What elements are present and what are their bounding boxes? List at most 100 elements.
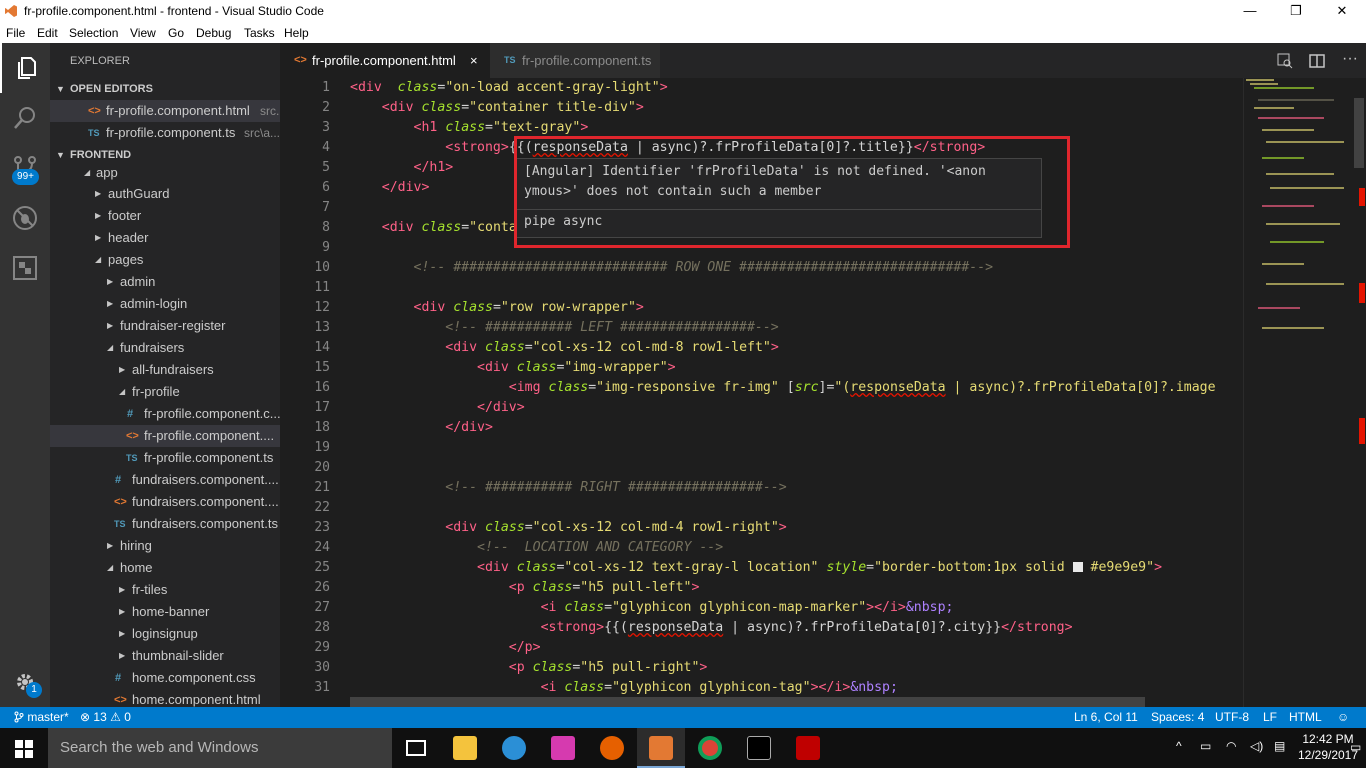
open-editor-item[interactable]: <> fr-profile.component.html src... bbox=[50, 100, 280, 122]
filezilla-icon[interactable] bbox=[784, 728, 832, 768]
minimap[interactable] bbox=[1243, 78, 1353, 707]
menu-go[interactable]: Go bbox=[168, 26, 184, 40]
css-file-icon: # bbox=[115, 474, 122, 486]
menu-tasks[interactable]: Tasks bbox=[244, 26, 275, 40]
open-preview-icon[interactable] bbox=[1277, 53, 1293, 69]
taskbar-search[interactable]: Search the web and Windows bbox=[48, 728, 392, 768]
css-file-icon: # bbox=[127, 408, 134, 420]
tree-folder[interactable]: ◢ app bbox=[50, 162, 280, 184]
tree-folder[interactable]: ▶ hiring bbox=[50, 535, 280, 557]
tree-folder[interactable]: ▶ all-fundraisers bbox=[50, 359, 280, 381]
debug-activity[interactable] bbox=[0, 193, 50, 243]
tree-folder[interactable]: ▶ fundraiser-register bbox=[50, 315, 280, 337]
maximize-button[interactable]: ❐ bbox=[1273, 0, 1319, 23]
tree-folder[interactable]: ◢ fr-profile bbox=[50, 381, 280, 403]
windows-start-icon[interactable] bbox=[15, 740, 33, 758]
task-view-icon[interactable] bbox=[392, 728, 440, 768]
minimize-button[interactable]: — bbox=[1227, 0, 1273, 23]
chrome-icon[interactable] bbox=[686, 728, 734, 768]
html-file-icon: <> bbox=[114, 496, 127, 508]
line-ending[interactable]: LF bbox=[1263, 707, 1277, 728]
menu-selection[interactable]: Selection bbox=[69, 26, 118, 40]
language-mode[interactable]: HTML bbox=[1289, 707, 1322, 728]
error-icon: ⊗ bbox=[80, 710, 91, 724]
input-method-icon[interactable]: ▤ bbox=[1274, 739, 1285, 753]
more-actions-icon[interactable]: ··· bbox=[1342, 50, 1358, 68]
tree-file[interactable]: # fr-profile.component.c... bbox=[50, 403, 280, 425]
battery-icon[interactable]: ▭ bbox=[1200, 739, 1211, 753]
menu-file[interactable]: File bbox=[6, 26, 25, 40]
horizontal-scrollbar[interactable] bbox=[350, 697, 1145, 707]
tree-folder[interactable]: ▶ footer bbox=[50, 205, 280, 227]
encoding[interactable]: UTF-8 bbox=[1215, 707, 1249, 728]
tree-folder[interactable]: ▶ loginsignup bbox=[50, 623, 280, 645]
tree-folder[interactable]: ▶ home-banner bbox=[50, 601, 280, 623]
menu-view[interactable]: View bbox=[130, 26, 156, 40]
tree-folder[interactable]: ▶ admin-login bbox=[50, 293, 280, 315]
open-editor-item[interactable]: TS fr-profile.component.ts src\a... bbox=[50, 122, 280, 144]
files-icon bbox=[18, 57, 36, 79]
tree-file[interactable]: <> fr-profile.component.... bbox=[50, 425, 280, 447]
open-editors-header[interactable]: ▼ OPEN EDITORS bbox=[50, 78, 280, 100]
menu-help[interactable]: Help bbox=[284, 26, 309, 40]
error-marker bbox=[1359, 283, 1365, 303]
windows-taskbar: Search the web and Windows ^ ▭ ◠ ◁) ▤ 12… bbox=[0, 728, 1366, 768]
error-marker bbox=[1359, 188, 1365, 206]
tab-fr-profile-html[interactable]: <> fr-profile.component.html × bbox=[280, 43, 490, 78]
tree-folder[interactable]: ◢ home bbox=[50, 557, 280, 579]
error-highlight-box bbox=[514, 136, 1070, 248]
scrollbar-thumb[interactable] bbox=[1354, 98, 1364, 168]
webstorm-icon[interactable] bbox=[539, 728, 587, 768]
file-explorer-icon[interactable] bbox=[441, 728, 489, 768]
split-editor-icon[interactable] bbox=[1309, 53, 1325, 69]
show-hidden-icons-icon[interactable]: ^ bbox=[1176, 739, 1182, 753]
error-marker bbox=[1359, 418, 1365, 444]
tree-folder[interactable]: ▶ header bbox=[50, 227, 280, 249]
feedback-icon[interactable]: ☺ bbox=[1337, 707, 1349, 728]
action-center-icon[interactable]: ▭ bbox=[1350, 740, 1361, 754]
code-line: <div class="container title-div"> bbox=[381, 100, 644, 115]
vertical-scrollbar[interactable] bbox=[1353, 78, 1366, 707]
menu-edit[interactable]: Edit bbox=[37, 26, 58, 40]
source-control-activity[interactable]: 99+ bbox=[0, 143, 50, 193]
firefox-icon[interactable] bbox=[588, 728, 636, 768]
menu-debug[interactable]: Debug bbox=[196, 26, 231, 40]
tree-folder[interactable]: ▶ admin bbox=[50, 271, 280, 293]
branch-indicator[interactable]: master* bbox=[14, 707, 69, 728]
extensions-activity[interactable] bbox=[0, 243, 50, 293]
ts-file-icon: TS bbox=[126, 453, 138, 463]
settings-activity[interactable]: 1 bbox=[0, 657, 50, 707]
tree-folder[interactable]: ▶ thumbnail-slider bbox=[50, 645, 280, 667]
tab-fr-profile-ts[interactable]: TS fr-profile.component.ts bbox=[490, 43, 660, 78]
problems-indicator[interactable]: ⊗ 13 ⚠ 0 bbox=[80, 707, 131, 728]
explorer-activity[interactable] bbox=[0, 43, 50, 93]
status-bar: master* ⊗ 13 ⚠ 0 Ln 6, Col 11 Spaces: 4 … bbox=[0, 707, 1366, 728]
cursor-position[interactable]: Ln 6, Col 11 bbox=[1074, 707, 1138, 728]
tree-folder[interactable]: ▶ authGuard bbox=[50, 183, 280, 205]
chevron-down-icon: ▼ bbox=[56, 84, 65, 94]
tree-file[interactable]: TS fr-profile.component.ts bbox=[50, 447, 280, 469]
code-line: </div> bbox=[477, 400, 525, 415]
tree-folder[interactable]: ◢ pages bbox=[50, 249, 280, 271]
tree-file[interactable]: # home.component.css bbox=[50, 667, 280, 689]
tree-file[interactable]: TS fundraisers.component.ts bbox=[50, 513, 280, 535]
tree-folder[interactable]: ◢ fundraisers bbox=[50, 337, 280, 359]
indentation[interactable]: Spaces: 4 bbox=[1151, 707, 1204, 728]
window-title: fr-profile.component.html - frontend - V… bbox=[24, 4, 324, 18]
terminal-icon[interactable] bbox=[735, 728, 783, 768]
css-file-icon: # bbox=[115, 672, 122, 684]
tree-folder[interactable]: ▶ fr-tiles bbox=[50, 579, 280, 601]
editor-tabs: <> fr-profile.component.html × TS fr-pro… bbox=[280, 43, 1366, 78]
volume-icon[interactable]: ◁) bbox=[1250, 739, 1263, 753]
tree-file[interactable]: <> home.component.html bbox=[50, 689, 280, 707]
wifi-icon[interactable]: ◠ bbox=[1226, 739, 1236, 753]
close-tab-icon[interactable]: × bbox=[470, 43, 478, 78]
warning-icon: ⚠ bbox=[110, 710, 121, 724]
sourcetree-icon[interactable] bbox=[490, 728, 538, 768]
close-window-button[interactable]: ✕ bbox=[1319, 0, 1365, 23]
vscode-taskbar-icon[interactable] bbox=[637, 728, 685, 768]
code-line: </p> bbox=[508, 640, 541, 655]
search-activity[interactable] bbox=[0, 93, 50, 143]
tree-file[interactable]: <> fundraisers.component.... bbox=[50, 491, 280, 513]
tree-file[interactable]: # fundraisers.component.... bbox=[50, 469, 280, 491]
